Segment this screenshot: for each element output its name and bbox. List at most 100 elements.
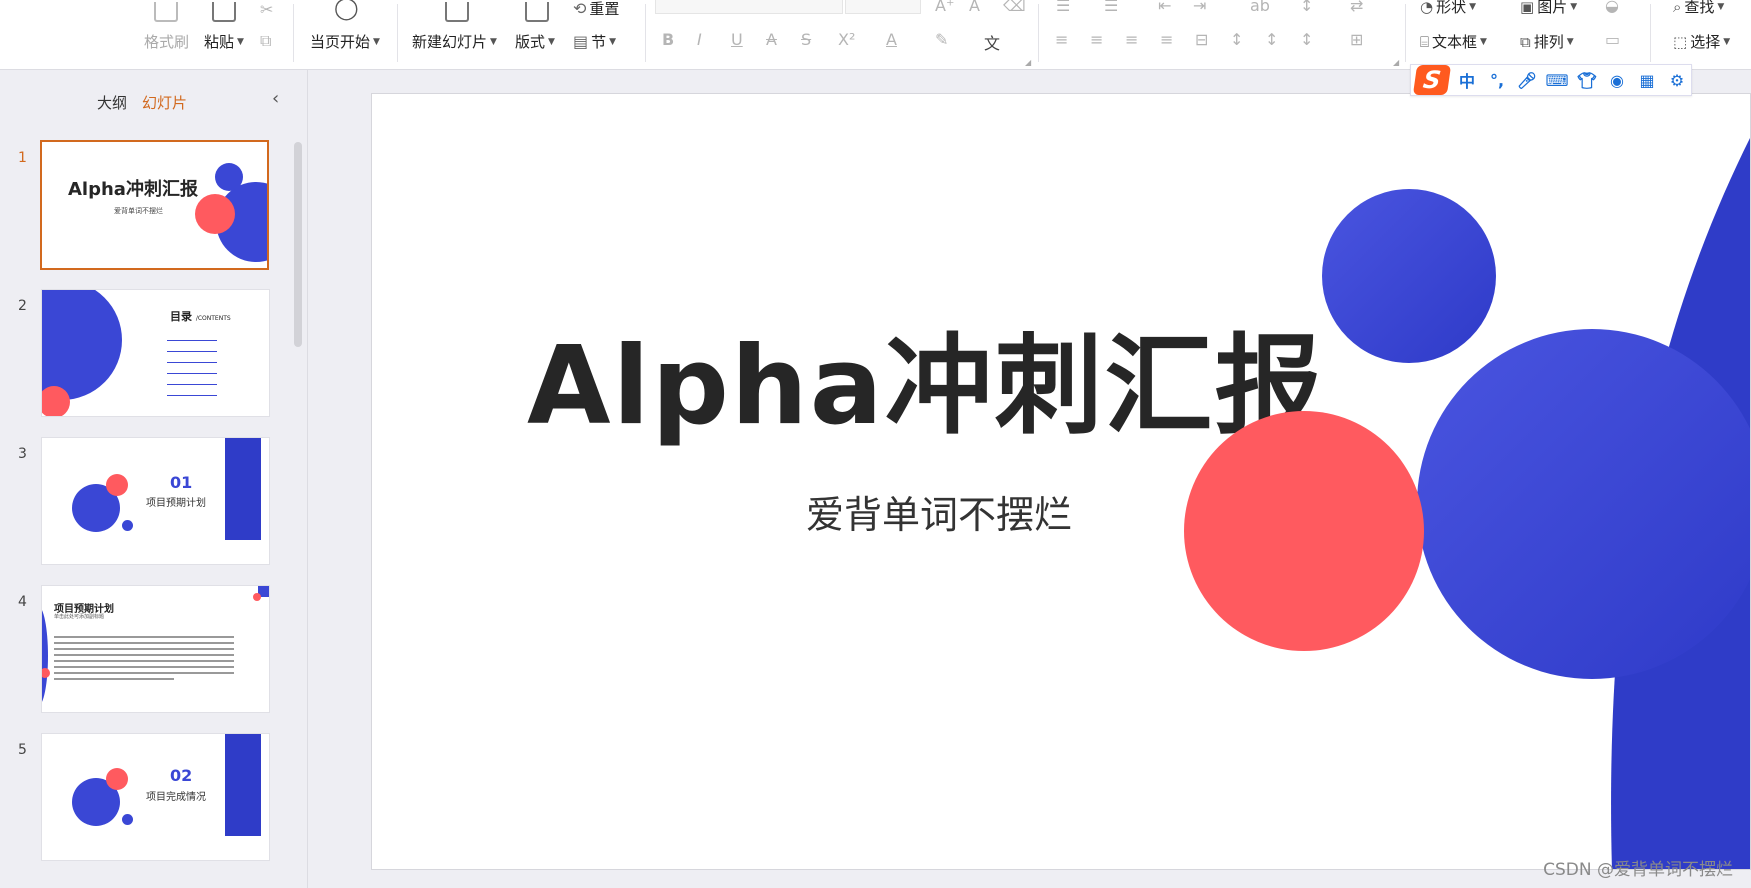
toc-title: 目录 — [170, 310, 192, 323]
align-right-icon[interactable]: ≡ — [1125, 30, 1138, 49]
start-current-label: 当页开始 — [310, 33, 371, 51]
tab-slides[interactable]: 幻灯片 — [142, 92, 187, 113]
paragraph-dialog-launcher-icon[interactable]: ◢ — [1393, 58, 1399, 67]
superscript-icon[interactable]: X² — [838, 30, 855, 49]
slide-thumbnail-1[interactable]: Alpha冲刺汇报 爱背单词不摆烂 — [40, 140, 269, 270]
thumb-title: 目录 /CONTENTS — [170, 308, 231, 324]
sort-icon[interactable]: ↕ — [1300, 0, 1313, 15]
font-name-select[interactable] — [655, 0, 843, 14]
slide-thumbnail-3[interactable]: 01 项目预期计划 — [41, 437, 270, 565]
chevron-down-icon: ▼ — [1480, 36, 1487, 47]
font-size-select[interactable] — [845, 0, 921, 14]
align-left-icon[interactable]: ≡ — [1055, 30, 1068, 49]
align-center-icon[interactable]: ≡ — [1090, 30, 1103, 49]
phonetic-icon[interactable]: 文 — [984, 30, 1000, 54]
find-label: 查找 — [1684, 0, 1715, 16]
paragraph-spacing-icon[interactable]: ↕ — [1265, 30, 1278, 49]
slide-number: 1 — [18, 150, 27, 166]
skin-shirt-icon[interactable]: 👕︎ — [1575, 71, 1599, 90]
copy-icon[interactable]: ⧉ — [260, 31, 271, 51]
select-button[interactable]: ⬚ 选择 ▼ — [1673, 31, 1730, 52]
font-grow-icon[interactable]: A⁺ — [935, 0, 954, 15]
shadow-s-icon[interactable]: S — [801, 30, 811, 49]
slide-decoration — [1184, 138, 1750, 869]
cut-icon[interactable]: ✂ — [260, 0, 273, 19]
watermark: CSDN @爱背单词不摆烂 — [1543, 860, 1733, 880]
shape-icon: ◔ — [1420, 0, 1434, 16]
format-painter-button[interactable]: 格式刷 — [144, 31, 189, 52]
arrange-icon: ⧉ — [1520, 32, 1531, 51]
new-slide-button[interactable]: 新建幻灯片 ▼ — [412, 31, 497, 52]
start-current-button[interactable]: 当页开始 ▼ — [310, 31, 380, 52]
textbox-button[interactable]: ⌸ 文本框 ▼ — [1420, 31, 1487, 52]
coral-circle — [42, 386, 70, 416]
panel-scrollbar[interactable] — [294, 142, 302, 347]
bullets-icon[interactable]: ☰ — [1056, 0, 1070, 15]
keyboard-icon[interactable]: ⌨ — [1545, 71, 1569, 90]
slide-thumbnail-5[interactable]: 02 项目完成情况 — [41, 733, 270, 861]
coral-dot — [253, 593, 261, 601]
reset-icon: ⟲ — [573, 0, 587, 18]
settings-icon[interactable]: ⚙ — [1665, 71, 1689, 90]
chevron-down-icon: ▼ — [1723, 36, 1731, 47]
blue-bar — [225, 734, 261, 836]
section-index: 01 — [170, 473, 193, 492]
font-shrink-icon[interactable]: A — [969, 0, 980, 15]
line-spacing-icon[interactable]: ↕ — [1230, 30, 1243, 49]
toc-lines — [167, 330, 247, 396]
section-button[interactable]: ▤ 节 ▼ — [573, 31, 616, 52]
section-label: 项目预期计划 — [146, 498, 206, 509]
reset-label: 重置 — [589, 0, 620, 18]
strikethrough-icon[interactable]: A — [766, 30, 777, 49]
gamepad-icon[interactable]: ◉ — [1605, 71, 1629, 90]
divider — [1038, 4, 1039, 62]
blue-dot — [122, 814, 133, 825]
slide-thumbnail-4[interactable]: 项目预期计划 单击此处可添加副标题 — [41, 585, 270, 713]
punctuation-icon[interactable]: °, — [1485, 71, 1509, 90]
increase-indent-icon[interactable]: ⇥ — [1193, 0, 1206, 15]
coral-circle — [106, 768, 128, 790]
text-direction-icon[interactable]: ab — [1250, 0, 1270, 15]
distribute-icon[interactable]: ⊟ — [1195, 30, 1208, 49]
clear-format-icon[interactable]: ⌫ — [1003, 0, 1026, 15]
ribbon-toolbar: 格式刷 粘贴 ▼ ✂ ⧉ ◯ 当页开始 ▼ 新建幻灯片 ▼ 版式 ▼ ⟲ 重置 ▤ 节 ▼ A… — [0, 0, 1751, 70]
columns-icon[interactable]: ⊞ — [1350, 30, 1363, 49]
underline-icon[interactable]: U — [731, 30, 743, 49]
layout-button[interactable]: 版式 ▼ — [515, 31, 555, 52]
section-icon: ▤ — [573, 32, 589, 51]
chevron-down-icon: ▼ — [548, 36, 555, 47]
toolbox-grid-icon[interactable]: ▦ — [1635, 71, 1659, 90]
numbering-icon[interactable]: ☰ — [1104, 0, 1118, 15]
bold-icon[interactable]: B — [662, 30, 674, 49]
microphone-icon[interactable]: 🎤︎ — [1515, 71, 1539, 90]
paste-button[interactable]: 粘贴 ▼ — [204, 31, 244, 52]
chevron-down-icon: ▼ — [1717, 1, 1725, 12]
reset-button[interactable]: ⟲ 重置 — [573, 0, 619, 19]
find-button[interactable]: ⌕ 查找 ▼ — [1673, 0, 1724, 17]
arrange-button[interactable]: ⧉ 排列 ▼ — [1520, 31, 1574, 52]
main-slide[interactable]: Alpha冲刺汇报 爱背单词不摆烂 — [371, 93, 1751, 870]
play-icon: ◯ — [334, 0, 359, 21]
divider — [1650, 4, 1651, 62]
fill-icon[interactable]: ◒ — [1605, 0, 1619, 15]
chevron-left-icon[interactable]: ‹ — [272, 88, 279, 109]
decrease-indent-icon[interactable]: ⇤ — [1158, 0, 1171, 15]
toc-tag: /CONTENTS — [195, 315, 231, 322]
justify-icon[interactable]: ≡ — [1160, 30, 1173, 49]
outline-icon[interactable]: ▭ — [1605, 30, 1620, 49]
italic-icon[interactable]: I — [697, 30, 702, 49]
spacing-menu-icon[interactable]: ↕ — [1300, 30, 1313, 49]
sogou-logo-icon[interactable]: S — [1412, 65, 1452, 95]
tab-outline[interactable]: 大纲 — [97, 92, 127, 113]
font-dialog-launcher-icon[interactable]: ◢ — [1025, 58, 1031, 67]
slide-thumbnail-2[interactable]: 目录 /CONTENTS — [41, 289, 270, 417]
slide-number: 4 — [18, 594, 27, 610]
font-color-icon[interactable]: A — [886, 30, 897, 49]
layout-icon — [525, 2, 549, 22]
blue-dot — [215, 163, 243, 191]
convert-icon[interactable]: ⇄ — [1350, 0, 1363, 15]
picture-button[interactable]: ▣ 图片 ▼ — [1520, 0, 1577, 17]
highlight-icon[interactable]: ✎ — [935, 30, 948, 49]
ime-mode-toggle[interactable]: 中 — [1455, 68, 1479, 92]
shape-button[interactable]: ◔ 形状 ▼ — [1420, 0, 1476, 17]
